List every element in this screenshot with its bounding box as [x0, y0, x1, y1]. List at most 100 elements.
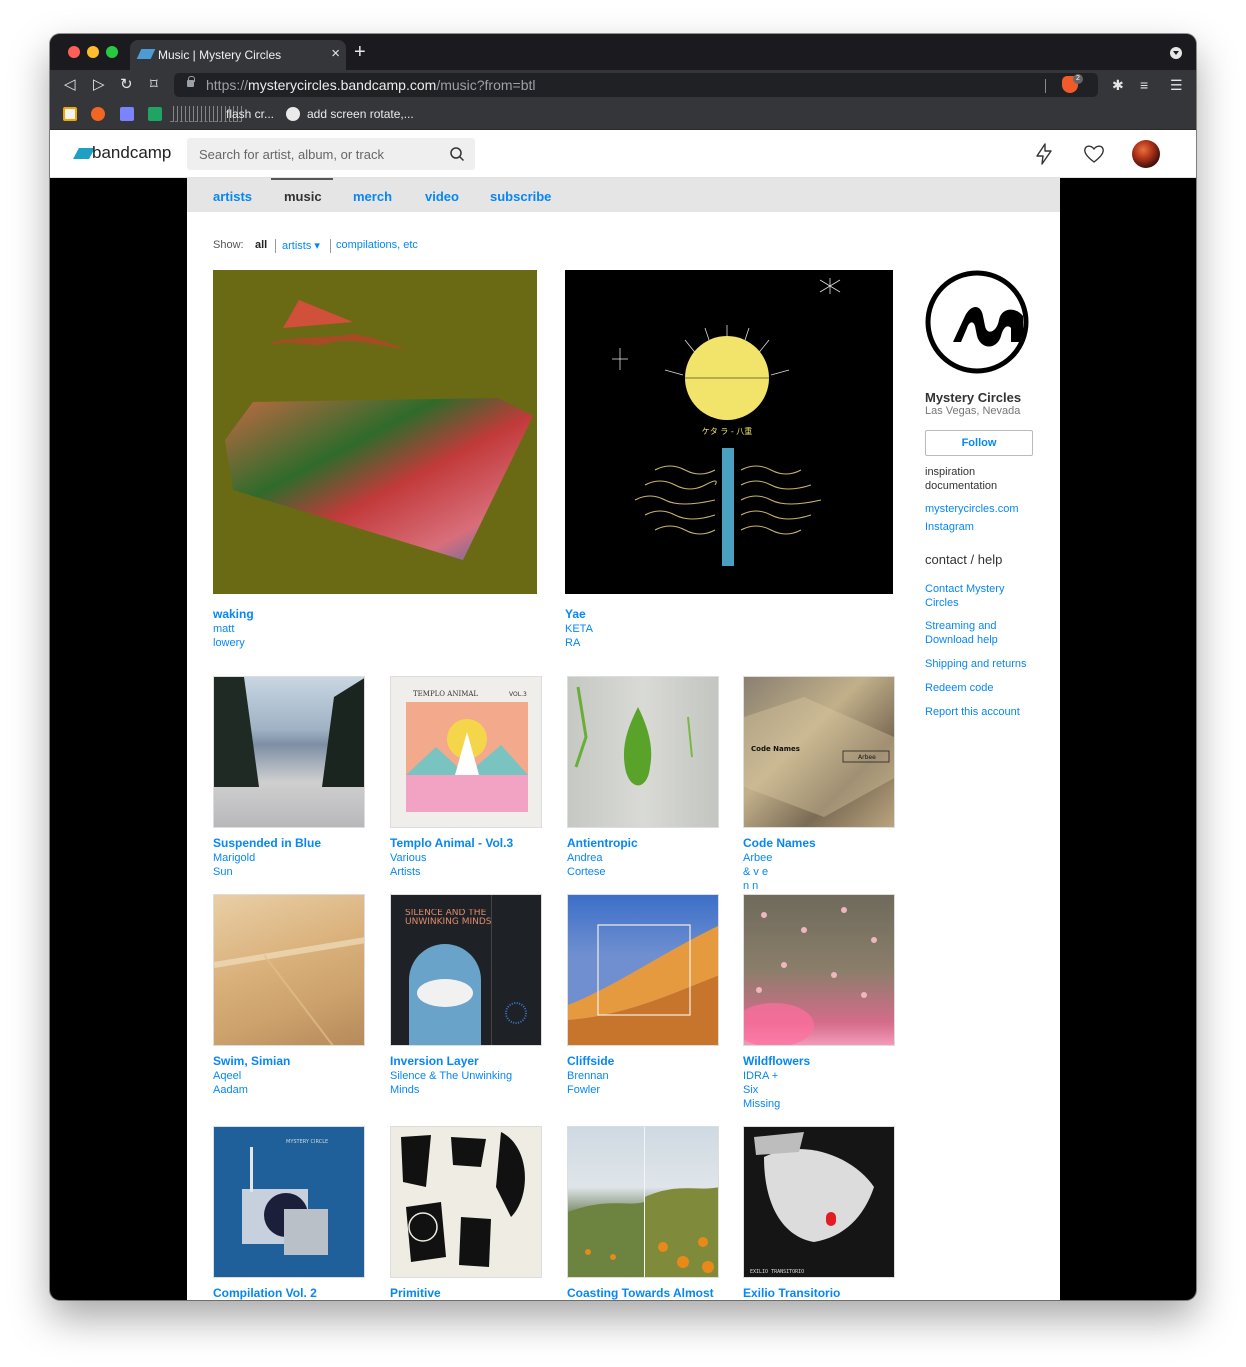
follow-button[interactable]: Follow [925, 430, 1033, 456]
album-artist[interactable]: Arbee & v e n n [743, 851, 772, 893]
album-art[interactable]: SILENCE AND THE UNWINKING MINDS [390, 894, 542, 1046]
album-art[interactable] [213, 270, 537, 594]
swim-simian-artwork [214, 937, 364, 1045]
album-art[interactable] [390, 1126, 542, 1278]
album-title[interactable]: Yae [565, 607, 586, 621]
album-artist[interactable]: KETA RA [565, 622, 592, 650]
bookmark-sheets-icon[interactable] [148, 107, 162, 121]
band-page: artists music merch video subscribe Show… [187, 178, 1060, 1300]
address-bar[interactable]: https://mysterycircles.bandcamp.com/musi… [174, 73, 1098, 97]
album-title[interactable]: Compilation Vol. 2 [213, 1286, 317, 1300]
tab-artists[interactable]: artists [213, 189, 252, 204]
tab-music[interactable]: music [284, 189, 322, 204]
album-artist[interactable]: Brennan Fowler [567, 1069, 609, 1097]
album-art[interactable]: MYSTERY CIRCLE [213, 1126, 365, 1278]
album-title[interactable]: Wildflowers [743, 1054, 810, 1068]
arbee-text: Arbee [858, 754, 876, 761]
back-icon[interactable]: ◁ [64, 75, 76, 95]
waking-artwork [213, 270, 537, 594]
album-art[interactable] [213, 894, 365, 1046]
tab-menu-icon[interactable] [1170, 47, 1182, 59]
bookmark-zotero-icon[interactable] [120, 107, 134, 121]
bookmark-pencil-icon[interactable] [63, 107, 77, 121]
album-art[interactable]: TEMPLO ANIMAL VOL.3 [390, 676, 542, 828]
album-artist[interactable]: Aqeel Aadam [213, 1069, 248, 1097]
tab-subscribe[interactable]: subscribe [490, 189, 551, 204]
album-title[interactable]: waking [213, 607, 254, 621]
album-title[interactable]: Inversion Layer [390, 1054, 479, 1068]
bookmark-github-label[interactable]: add screen rotate,... [307, 107, 414, 121]
album-art[interactable] [567, 894, 719, 1046]
media-queue-icon[interactable]: ≡ [1140, 76, 1148, 94]
bandcamp-logo[interactable]: bandcamp [92, 143, 171, 163]
mystery-circles-logo[interactable] [925, 270, 1029, 374]
cliffside-artwork [568, 924, 718, 1045]
album-title[interactable]: Code Names [743, 836, 816, 850]
user-avatar[interactable] [1132, 140, 1160, 168]
filter-artists-dropdown[interactable]: artists ▾ [282, 239, 320, 252]
album-art[interactable]: ケタ ラ - 八重 [565, 270, 893, 594]
new-tab-icon[interactable]: + [354, 40, 366, 64]
search-icon[interactable] [449, 146, 465, 162]
reload-icon[interactable]: ↻ [120, 75, 133, 95]
filter-compilations[interactable]: compilations, etc [336, 239, 418, 251]
yae-caption: ケタ ラ - 八重 [702, 426, 753, 436]
bookmarks-bar: flash cr... add screen rotate,... [50, 100, 1196, 130]
shipping-returns-link[interactable]: Shipping and returns [925, 657, 1035, 671]
album-artist[interactable]: Silence & The Unwinking Minds [390, 1069, 530, 1097]
album-artist[interactable]: IDRA + Six Missing [743, 1069, 780, 1111]
bookmark-icon[interactable]: ⌑ [150, 75, 158, 95]
website-link[interactable]: mysterycircles.com [925, 502, 1035, 516]
forward-icon[interactable]: ▷ [93, 75, 105, 95]
album-art[interactable]: EXILIO TRANSITORIO [743, 1126, 895, 1278]
browser-tab[interactable]: Music | Mystery Circles × [130, 40, 346, 70]
extensions-icon[interactable]: ✱ [1112, 76, 1124, 94]
album-title[interactable]: Cliffside [567, 1054, 614, 1068]
album-art[interactable] [567, 1126, 719, 1278]
bookmark-figma-icon[interactable] [91, 107, 105, 121]
streaming-help-link[interactable]: Streaming and Download help [925, 619, 1035, 647]
report-account-link[interactable]: Report this account [925, 705, 1035, 719]
url-text: https://mysterycircles.bandcamp.com/musi… [206, 77, 536, 93]
heart-icon[interactable] [1082, 142, 1106, 166]
album-art[interactable] [213, 676, 365, 828]
filter-all[interactable]: all [255, 239, 267, 251]
templo-header: TEMPLO ANIMAL [413, 690, 478, 698]
album-art[interactable] [743, 894, 895, 1046]
album-title[interactable]: Exilio Transitorio [743, 1286, 840, 1300]
album-title[interactable]: Suspended in Blue [213, 836, 321, 850]
close-window-button[interactable] [68, 46, 80, 58]
album-art[interactable] [567, 676, 719, 828]
album-artist[interactable]: Andrea Cortese [567, 851, 606, 879]
bookmark-flash-label[interactable]: flash cr... [226, 107, 274, 121]
album-artist[interactable]: matt lowery [213, 622, 245, 650]
album-artist[interactable]: Marigold Sun [213, 851, 255, 879]
zoom-window-button[interactable] [106, 46, 118, 58]
code-names-text: Code Names [751, 745, 800, 753]
album-title[interactable]: Primitive [390, 1286, 441, 1300]
instagram-link[interactable]: Instagram [925, 520, 1035, 534]
shields-count-badge: 2 [1073, 74, 1083, 84]
tab-video[interactable]: video [425, 189, 459, 204]
lightning-icon[interactable] [1032, 142, 1056, 166]
album-title[interactable]: Antientropic [567, 836, 638, 850]
search-input[interactable]: Search for artist, album, or track [187, 138, 475, 170]
tab-merch[interactable]: merch [353, 189, 392, 204]
minimize-window-button[interactable] [87, 46, 99, 58]
band-subnav: artists music merch video subscribe [187, 178, 1060, 212]
close-tab-icon[interactable]: × [331, 45, 340, 63]
lock-icon [187, 76, 195, 87]
browser-window: Music | Mystery Circles × + ◁ ▷ ↻ ⌑ http… [50, 34, 1196, 1300]
album-title[interactable]: Templo Animal - Vol.3 [390, 836, 513, 850]
contact-link[interactable]: Contact Mystery Circles [925, 582, 1035, 610]
address-separator [1045, 79, 1046, 93]
album-title[interactable]: Swim, Simian [213, 1054, 290, 1068]
tab-bar: Music | Mystery Circles × + [50, 34, 1196, 70]
album-artist[interactable]: Various Artists [390, 851, 426, 879]
coasting-artwork [568, 1127, 718, 1277]
menu-icon[interactable]: ☰ [1170, 76, 1183, 94]
album-art[interactable]: Code Names Arbee [743, 676, 895, 828]
album-title[interactable]: Coasting Towards Almost [567, 1286, 714, 1300]
redeem-code-link[interactable]: Redeem code [925, 681, 1035, 695]
brave-shields-icon[interactable]: 2 [1062, 74, 1083, 93]
